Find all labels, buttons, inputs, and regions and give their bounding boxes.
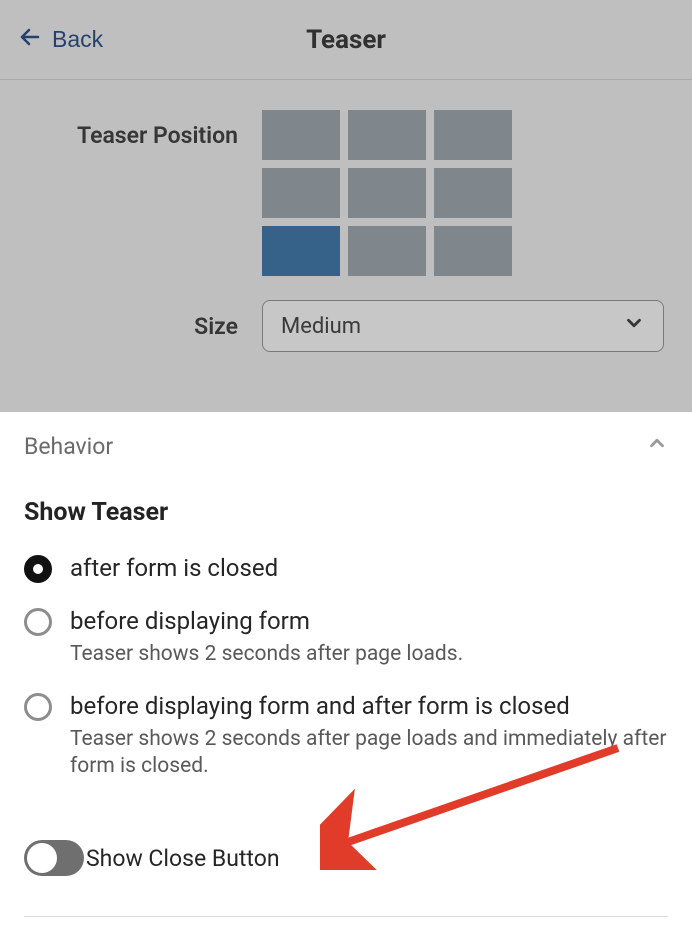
position-cell-4[interactable] <box>348 168 426 218</box>
position-cell-3[interactable] <box>262 168 340 218</box>
position-cell-2[interactable] <box>434 110 512 160</box>
position-cell-1[interactable] <box>348 110 426 160</box>
size-label: Size <box>28 313 262 340</box>
radio-option-0[interactable]: after form is closed <box>24 553 668 584</box>
header-bar: Back Teaser <box>0 0 692 80</box>
position-cell-7[interactable] <box>348 226 426 276</box>
chevron-down-icon <box>623 312 645 340</box>
show-teaser-radio-group: after form is closed before displaying fo… <box>24 553 668 780</box>
position-cell-5[interactable] <box>434 168 512 218</box>
radio-button[interactable] <box>24 555 52 583</box>
divider <box>24 916 668 917</box>
page-title: Teaser <box>306 25 386 55</box>
position-cell-0[interactable] <box>262 110 340 160</box>
chevron-up-icon <box>646 432 668 460</box>
radio-sublabel: Teaser shows 2 seconds after page loads. <box>70 641 463 668</box>
radio-option-2[interactable]: before displaying form and after form is… <box>24 691 668 781</box>
radio-button[interactable] <box>24 608 52 636</box>
radio-button[interactable] <box>24 693 52 721</box>
behavior-section-header[interactable]: Behavior <box>24 432 668 460</box>
teaser-position-grid <box>262 110 512 276</box>
position-cell-8[interactable] <box>434 226 512 276</box>
back-button[interactable]: Back <box>18 25 103 55</box>
size-value: Medium <box>281 314 361 339</box>
show-close-button-toggle[interactable] <box>24 840 84 876</box>
show-teaser-heading: Show Teaser <box>24 498 668 527</box>
position-cell-6[interactable] <box>262 226 340 276</box>
toggle-knob <box>27 843 57 873</box>
arrow-left-icon <box>18 25 42 55</box>
radio-label: before displaying form <box>70 606 463 637</box>
radio-sublabel: Teaser shows 2 seconds after page loads … <box>70 726 668 781</box>
behavior-title: Behavior <box>24 433 113 460</box>
show-close-button-label: Show Close Button <box>86 845 280 872</box>
radio-option-1[interactable]: before displaying form Teaser shows 2 sec… <box>24 606 668 668</box>
radio-label: before displaying form and after form is… <box>70 691 668 722</box>
back-label: Back <box>52 26 103 53</box>
size-select[interactable]: Medium <box>262 300 664 352</box>
teaser-position-label: Teaser Position <box>28 110 262 149</box>
radio-label: after form is closed <box>70 553 278 584</box>
